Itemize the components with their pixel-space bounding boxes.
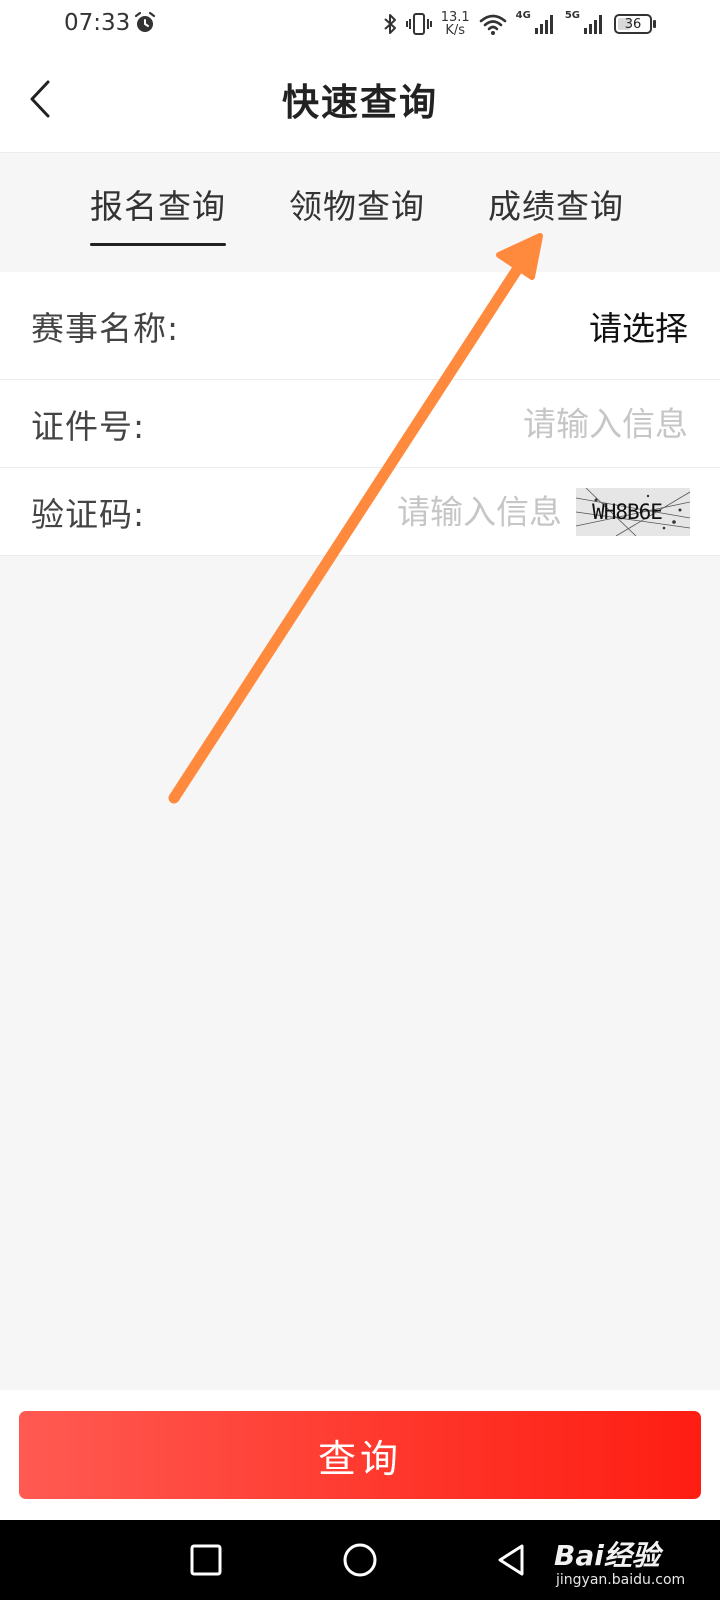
captcha-image[interactable]: WH8B6E (576, 487, 690, 536)
wifi-icon (479, 14, 506, 35)
vibrate-icon (405, 13, 432, 35)
tab-pickup-query[interactable]: 领物查询 (289, 180, 425, 228)
network-speed: 13.1 K/s (440, 10, 470, 38)
signal-icon-1 (534, 15, 553, 34)
event-name-label: 赛事名称: (31, 308, 180, 348)
id-number-row: 证件号: (0, 380, 720, 468)
back-triangle-icon[interactable] (494, 1542, 530, 1578)
captcha-input[interactable] (322, 492, 562, 531)
query-tabs: 报名查询 领物查询 成绩查询 (0, 154, 720, 272)
status-time: 07:33 (64, 10, 131, 36)
query-form: 赛事名称: 请选择 证件号: 验证码: WH8B6E (0, 272, 720, 556)
watermark-logo: Bai经验 (554, 1539, 660, 1572)
alarm-icon (134, 11, 156, 32)
status-icons: 13.1 K/s 4G 5G 36 (383, 8, 656, 40)
recents-square-icon[interactable] (188, 1542, 224, 1578)
network-type-1: 4G (515, 10, 531, 21)
query-button[interactable]: 查询 (19, 1411, 701, 1499)
watermark-site: jingyan.baidu.com (556, 1572, 686, 1588)
home-circle-icon[interactable] (342, 1542, 378, 1578)
captcha-row: 验证码: WH8B6E (0, 468, 720, 556)
page-title: 快速查询 (282, 80, 438, 124)
baidu-jingyan-watermark: Bai经验 jingyan.baidu.com (550, 1532, 720, 1592)
bluetooth-icon (384, 14, 396, 34)
captcha-code: WH8B6E (592, 499, 663, 524)
tab-registration-query[interactable]: 报名查询 (90, 180, 226, 246)
id-number-input[interactable] (388, 404, 688, 443)
id-number-label: 证件号: (31, 406, 146, 446)
app-header: 快速查询 (0, 48, 720, 153)
bottom-action-area: 查询 (0, 1390, 720, 1520)
signal-icon-2 (584, 15, 602, 34)
captcha-label: 验证码: (31, 494, 146, 534)
system-nav-bar: Bai经验 jingyan.baidu.com (0, 1520, 720, 1600)
status-bar: 07:33 13.1 K/s 4G 5G 36 (0, 0, 720, 48)
battery-icon: 36 (614, 14, 656, 34)
tab-score-query[interactable]: 成绩查询 (488, 180, 624, 228)
battery-level: 36 (624, 16, 642, 32)
event-name-select[interactable]: 请选择 (589, 302, 688, 350)
event-name-row[interactable]: 赛事名称: 请选择 (0, 272, 720, 380)
network-type-2: 5G (564, 10, 580, 21)
